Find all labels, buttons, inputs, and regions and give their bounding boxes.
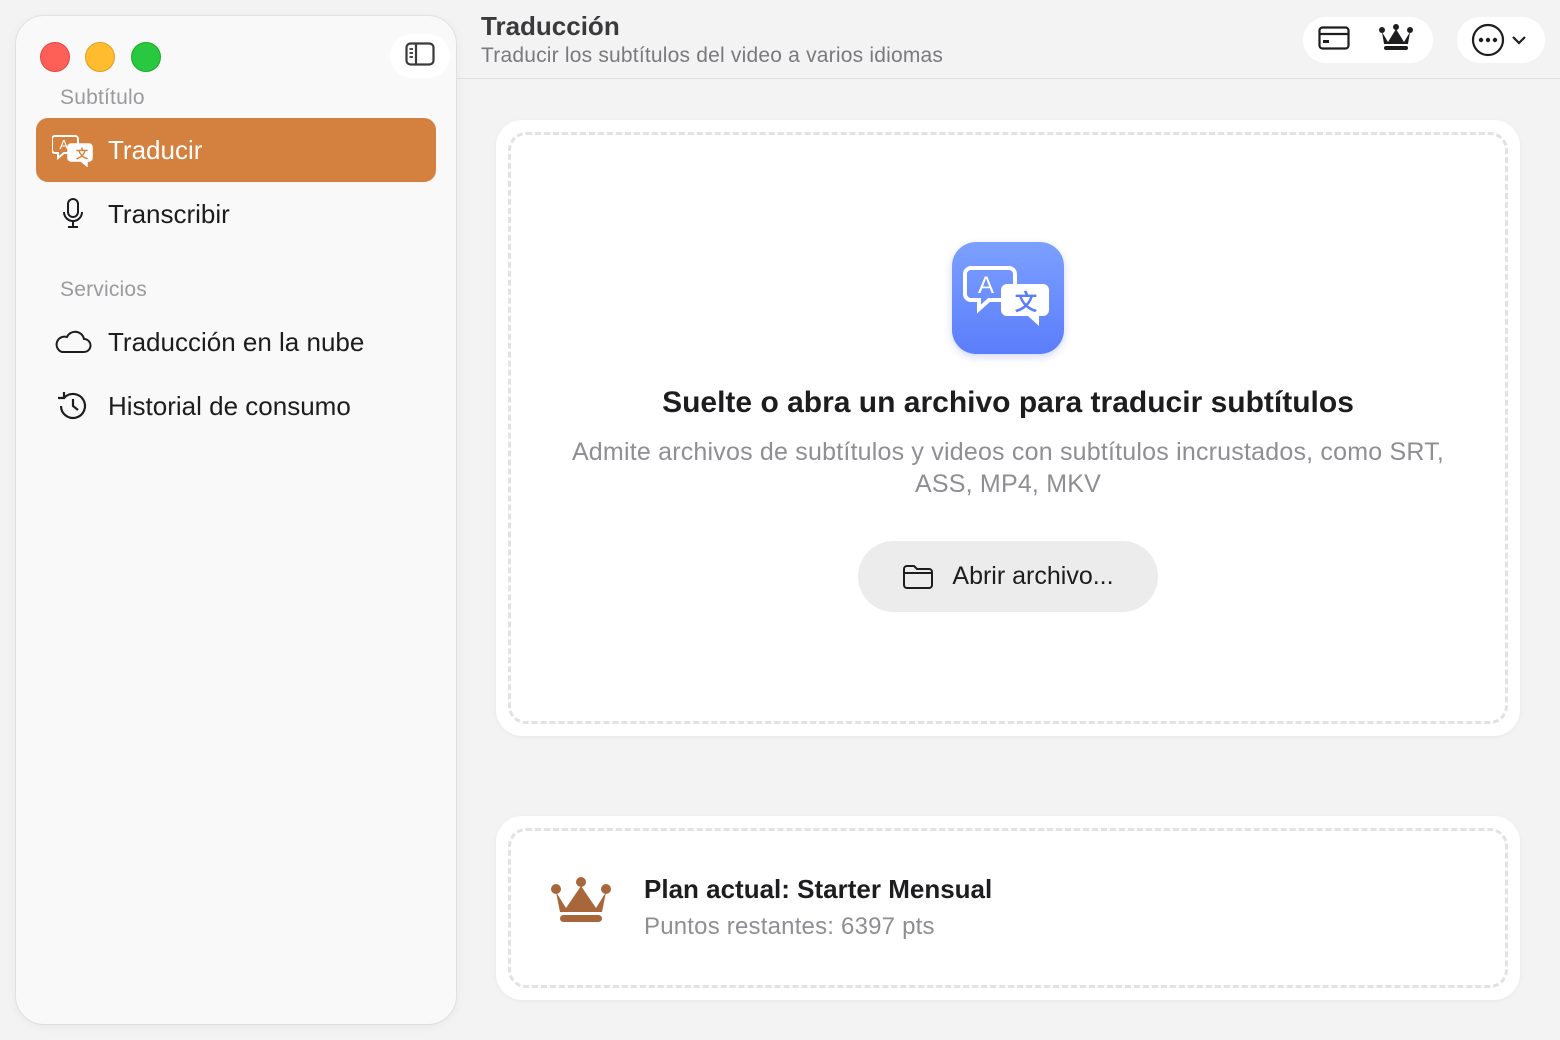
card-icon — [1318, 25, 1350, 55]
sidebar-item-label: Traducir — [108, 134, 203, 165]
plan-card-border — [508, 828, 1508, 988]
open-file-label: Abrir archivo... — [952, 562, 1114, 590]
sidebar: Subtítulo A 文 Traducir Transcribir Servi… — [16, 16, 456, 1024]
more-menu-button[interactable] — [1457, 17, 1545, 63]
drop-zone[interactable] — [508, 132, 1508, 724]
translate-icon: A 文 — [52, 130, 96, 170]
chevron-down-icon — [1511, 34, 1527, 46]
open-file-button[interactable]: Abrir archivo... — [858, 541, 1158, 612]
section-label-servicios: Servicios — [60, 278, 147, 301]
plan-points: Puntos restantes: 6397 pts — [644, 913, 935, 940]
billing-button[interactable] — [1303, 17, 1365, 63]
section-label-subtitulo: Subtítulo — [60, 86, 145, 109]
sidebar-item-label: Transcribir — [108, 198, 230, 229]
plan-card: Plan actual: Starter Mensual Puntos rest… — [496, 816, 1520, 1000]
sidebar-item-label: Traducción en la nube — [108, 326, 365, 357]
drop-zone-title: Suelte o abra un archivo para traducir s… — [662, 386, 1354, 419]
plan-title: Plan actual: Starter Mensual — [644, 874, 993, 904]
svg-text:A: A — [60, 137, 69, 152]
svg-text:A: A — [978, 272, 994, 299]
sidebar-toggle-icon — [405, 41, 435, 71]
sidebar-item-transcribir[interactable]: Transcribir — [36, 182, 436, 246]
more-icon — [1471, 23, 1505, 57]
translate-app-icon: A 文 — [952, 242, 1064, 354]
drop-zone-card[interactable]: A 文 Suelte o abra un archivo para traduc… — [496, 120, 1520, 736]
header-divider — [456, 78, 1560, 79]
sidebar-item-label: Historial de consumo — [108, 390, 351, 421]
sidebar-item-traducir[interactable]: A 文 Traducir — [36, 118, 436, 182]
page-title: Traducción — [481, 11, 620, 41]
svg-text:文: 文 — [76, 146, 89, 161]
page-subtitle: Traducir los subtítulos del video a vari… — [481, 44, 944, 67]
plan-crown-icon — [550, 876, 612, 931]
history-icon — [52, 386, 96, 426]
toolbar-group — [1303, 17, 1433, 63]
drop-zone-description: Admite archivos de subtítulos y videos c… — [571, 438, 1445, 498]
svg-text:文: 文 — [1015, 290, 1038, 315]
app-window: Subtítulo A 文 Traducir Transcribir Servi… — [0, 0, 1560, 1040]
sidebar-toggle-button[interactable] — [390, 34, 450, 78]
sidebar-item-historial[interactable]: Historial de consumo — [36, 374, 436, 438]
minimize-window-button[interactable] — [85, 42, 115, 72]
microphone-icon — [52, 194, 96, 234]
crown-icon — [1378, 23, 1414, 57]
maximize-window-button[interactable] — [131, 42, 161, 72]
close-window-button[interactable] — [40, 42, 70, 72]
sidebar-item-traduccion-nube[interactable]: Traducción en la nube — [36, 310, 436, 374]
cloud-icon — [52, 322, 96, 362]
premium-button[interactable] — [1365, 17, 1427, 63]
folder-icon — [902, 564, 934, 590]
